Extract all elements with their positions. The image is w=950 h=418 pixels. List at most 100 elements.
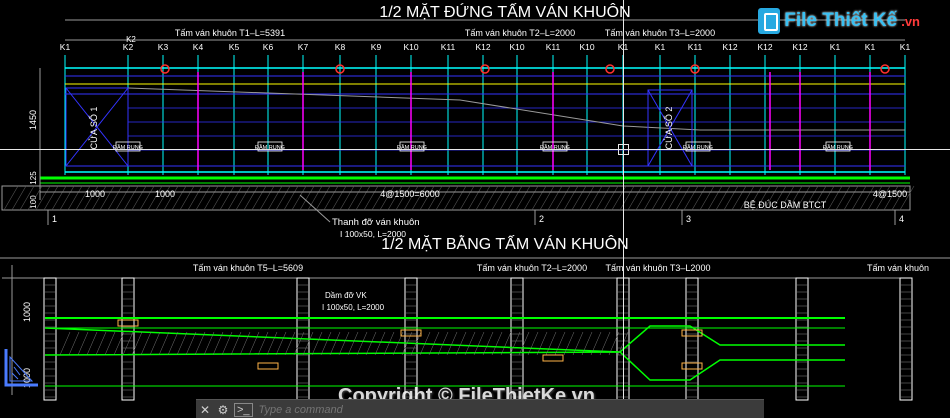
bed-hatch <box>347 185 363 211</box>
bed-hatch <box>643 185 659 211</box>
bed-hatch <box>491 185 507 211</box>
plan-panel-label: Tấm ván khuôn T2–L=2000 <box>477 263 587 273</box>
bed-hatch <box>587 185 603 211</box>
plan-hatch <box>284 331 296 356</box>
plan-hatch <box>311 331 323 356</box>
window-2-label: CỬA SỔ 2 <box>663 107 674 150</box>
plan-hatch <box>383 331 395 356</box>
bed-hatch <box>483 185 499 211</box>
bed-hatch <box>595 185 611 211</box>
plan-hatch <box>455 331 467 356</box>
bed-hatch <box>851 185 867 211</box>
wrench-icon[interactable]: ⚙ <box>214 403 232 417</box>
bed-hatch <box>475 185 491 211</box>
bed-hatch <box>131 185 147 211</box>
plan-hatch <box>464 331 476 356</box>
bed-hatch <box>691 185 707 211</box>
k-label: K11 <box>546 42 561 52</box>
plan-hatch <box>275 331 287 356</box>
axis-marker-label: 4 <box>899 214 904 224</box>
plan-hatch <box>95 331 107 356</box>
crosshair-vertical <box>623 0 624 399</box>
bed-hatch <box>651 185 667 211</box>
bed-hatch <box>179 185 195 211</box>
lifting-hook <box>480 64 490 74</box>
plan-title: 1/2 MẶT BẰNG TẤM VÁN KHUÔN <box>381 234 628 253</box>
plan-hatch <box>194 331 206 356</box>
k-label: K9 <box>371 42 382 52</box>
bed-hatch <box>467 185 483 211</box>
bed-hatch <box>355 185 371 211</box>
bed-hatch <box>859 185 875 211</box>
logo-suffix: .vn <box>901 13 920 29</box>
plan-hatch <box>347 331 359 356</box>
bed-hatch <box>219 185 235 211</box>
axis-marker-label: 1 <box>52 214 57 224</box>
k-label: K3 <box>158 42 169 52</box>
plan-panel-label: Tấm ván khuôn T3–L2000 <box>606 263 711 273</box>
plan-hatch <box>500 331 512 356</box>
height-dim-125: 125 <box>29 171 38 185</box>
plan-hatch <box>104 331 116 356</box>
plan-hatch <box>356 331 368 356</box>
command-input[interactable] <box>256 402 741 417</box>
bed-hatch <box>59 185 75 211</box>
bottom-dimension-label: 1000 <box>155 189 175 199</box>
bed-hatch <box>827 185 843 211</box>
elevation-panel-label: Tấm ván khuôn T2–L=2000 <box>465 28 575 38</box>
plan-hatch <box>122 331 134 356</box>
plan-hatch <box>176 331 188 356</box>
bed-hatch <box>267 185 283 211</box>
bottom-dimension-label: 4@1500=6000 <box>380 189 439 199</box>
cad-drawing-canvas[interactable]: 1/2 MẶT ĐỨNG TẤM VÁN KHUÔN Tấm ván khuôn … <box>0 0 950 418</box>
plan-hatch <box>320 331 332 356</box>
bed-hatch <box>627 185 643 211</box>
elevation-title: 1/2 MẶT ĐỨNG TẤM VÁN KHUÔN <box>379 2 630 21</box>
plan-cross-beam <box>121 277 135 401</box>
support-note: Thanh đỡ ván khuôn <box>332 217 420 228</box>
pickbox-cursor <box>618 144 629 155</box>
bed-hatch <box>315 185 331 211</box>
command-line-bar: ✕ ⚙ >_ <box>196 399 764 418</box>
k-label: K7 <box>298 42 309 52</box>
k-label: K12 <box>475 42 490 52</box>
filethietke-logo: File Thiết Kế .vn <box>758 8 920 34</box>
k-label: K10 <box>509 42 524 52</box>
cad-viewport[interactable]: 1/2 MẶT ĐỨNG TẤM VÁN KHUÔN Tấm ván khuôn … <box>0 0 950 418</box>
k-label: K4 <box>193 42 204 52</box>
lifting-hook <box>605 64 615 74</box>
bed-hatch <box>539 185 555 211</box>
bed-hatch <box>515 185 531 211</box>
bed-hatch <box>531 185 547 211</box>
ucs-icon <box>4 349 38 387</box>
k-label: K1 <box>655 42 666 52</box>
bed-hatch <box>699 185 715 211</box>
k-label: K12 <box>792 42 807 52</box>
bed-hatch <box>203 185 219 211</box>
bed-hatch <box>603 185 619 211</box>
close-icon[interactable]: ✕ <box>196 403 214 417</box>
k-label: K10 <box>403 42 418 52</box>
bed-hatch <box>243 185 259 211</box>
k-label-secondary: K2 <box>126 35 136 44</box>
bed-hatch <box>35 185 51 211</box>
bed-hatch <box>235 185 251 211</box>
support-leader <box>299 194 331 223</box>
plan-hatch <box>248 331 260 356</box>
axis-marker-label: 2 <box>539 214 544 224</box>
bed-hatch <box>107 185 123 211</box>
bed-hatch <box>51 185 67 211</box>
bed-hatch <box>835 185 851 211</box>
k-label: K1 <box>830 42 841 52</box>
plan-hatch <box>293 331 305 356</box>
bed-hatch <box>307 185 323 211</box>
plan-side-dim: 1000 <box>22 302 32 322</box>
plan-hatch <box>77 331 89 356</box>
bed-hatch <box>275 185 291 211</box>
plan-hatch <box>482 331 494 356</box>
plan-hatch <box>545 331 557 356</box>
command-prompt-icon[interactable]: >_ <box>234 402 253 417</box>
elevation-panel-label: Tấm ván khuôn T1–L=5391 <box>175 28 285 38</box>
bed-hatch <box>363 185 379 211</box>
k-label: K11 <box>688 42 703 52</box>
